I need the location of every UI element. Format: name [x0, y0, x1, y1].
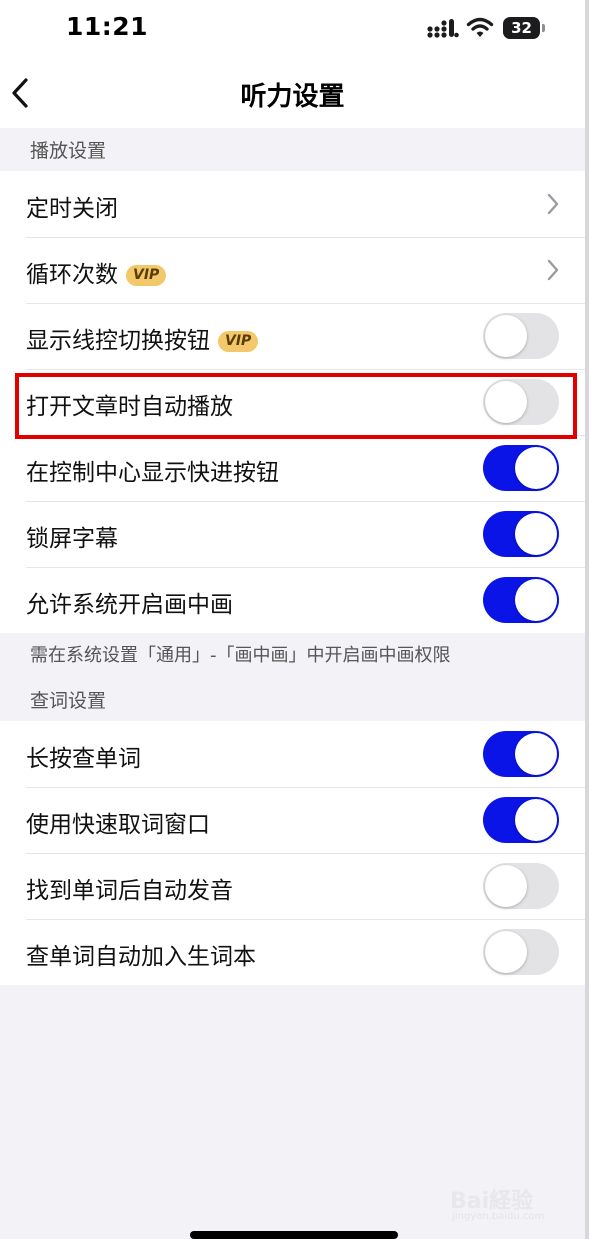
section-header-playback: 播放设置 — [30, 140, 107, 162]
pip-permission-note: 需在系统设置「通用」-「画中画」中开启画中画权限 — [30, 645, 451, 666]
status-time: 11:21 — [66, 12, 149, 41]
setting-label: 长按查单词 — [26, 746, 141, 772]
home-indicator[interactable] — [190, 1231, 398, 1239]
toggle-switch[interactable] — [483, 929, 559, 975]
toggle-switch[interactable] — [483, 797, 559, 843]
chevron-right-icon — [547, 193, 559, 215]
cellular-signal-icon — [427, 19, 459, 38]
section-header-lookup: 查词设置 — [30, 690, 107, 712]
setting-row-picture-in-picture: 允许系统开启画中画 — [0, 567, 585, 633]
setting-row-long-press-lookup: 长按查单词 — [0, 721, 585, 787]
setting-row-control-center-fast-forward: 在控制中心显示快进按钮 — [0, 435, 585, 501]
toggle-switch[interactable] — [483, 731, 559, 777]
vip-badge: VIP — [218, 331, 259, 352]
vip-badge: VIP — [126, 265, 167, 286]
setting-label: 锁屏字幕 — [26, 526, 118, 552]
toggle-knob — [485, 865, 527, 907]
toggle-knob — [515, 799, 557, 841]
screen-edge — [585, 0, 589, 1239]
battery-level: 32 — [503, 17, 540, 39]
setting-row-lockscreen-subtitles: 锁屏字幕 — [0, 501, 585, 567]
toggle-switch[interactable] — [483, 511, 559, 557]
wifi-icon — [466, 17, 494, 37]
highlight-annotation-box — [15, 373, 577, 439]
setting-row-loop-count[interactable]: 循环次数 VIP — [0, 237, 585, 303]
baidu-jingyan-watermark: Bai経验 jingyan.baidu.com — [450, 1183, 560, 1227]
settings-screen: 11:21 32 听力设置 播放设置 定时关闭 循环次数 VIP 显示线控切换按… — [0, 0, 585, 1239]
toggle-knob — [515, 733, 557, 775]
setting-row-sleep-timer[interactable]: 定时关闭 — [0, 171, 585, 237]
toggle-knob — [485, 315, 527, 357]
setting-label: 使用快速取词窗口 — [26, 812, 210, 838]
toggle-switch[interactable] — [483, 863, 559, 909]
status-bar: 11:21 32 — [0, 0, 585, 58]
toggle-knob — [485, 931, 527, 973]
setting-label: 在控制中心显示快进按钮 — [26, 460, 279, 486]
toggle-knob — [515, 513, 557, 555]
setting-label: 找到单词后自动发音 — [26, 878, 233, 904]
setting-label: 循环次数 VIP — [26, 255, 167, 289]
setting-label: 查单词自动加入生词本 — [26, 944, 256, 970]
page-title: 听力设置 — [240, 82, 345, 112]
toggle-switch[interactable] — [483, 577, 559, 623]
setting-row-remote-switch-button: 显示线控切换按钮 VIP — [0, 303, 585, 369]
setting-row-quick-lookup-window: 使用快速取词窗口 — [0, 787, 585, 853]
toggle-switch[interactable] — [483, 445, 559, 491]
toggle-switch[interactable] — [483, 313, 559, 359]
setting-row-auto-pronounce: 找到单词后自动发音 — [0, 853, 585, 919]
toggle-knob — [515, 579, 557, 621]
setting-row-auto-add-vocabulary: 查单词自动加入生词本 — [0, 919, 585, 985]
setting-label: 允许系统开启画中画 — [26, 592, 233, 618]
watermark-url: jingyan.baidu.com — [452, 1211, 545, 1222]
chevron-right-icon — [547, 259, 559, 281]
nav-bar: 听力设置 — [0, 58, 585, 128]
battery-icon: 32 — [503, 17, 547, 39]
setting-label: 显示线控切换按钮 VIP — [26, 321, 259, 355]
lookup-settings-group: 长按查单词 使用快速取词窗口 找到单词后自动发音 查单词自动加入生词本 — [0, 721, 585, 985]
setting-label: 定时关闭 — [26, 196, 118, 222]
toggle-knob — [515, 447, 557, 489]
